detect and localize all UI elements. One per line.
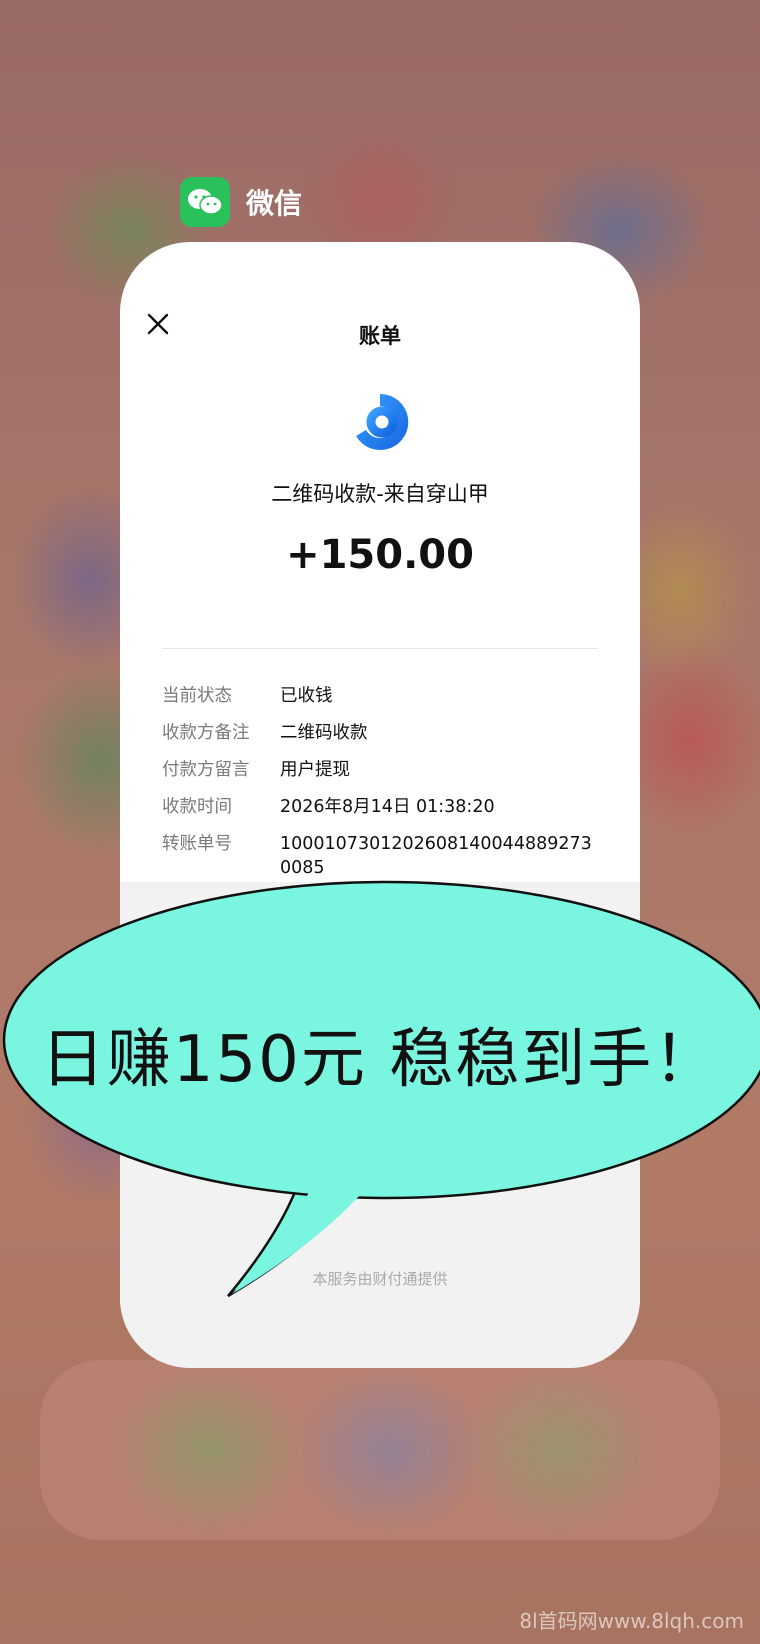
speech-bubble <box>2 880 760 1298</box>
site-watermark: 8l首码网www.8lqh.com <box>519 1609 744 1633</box>
promo-slogan: 日赚150元 稳稳到手！ <box>40 1023 720 1097</box>
